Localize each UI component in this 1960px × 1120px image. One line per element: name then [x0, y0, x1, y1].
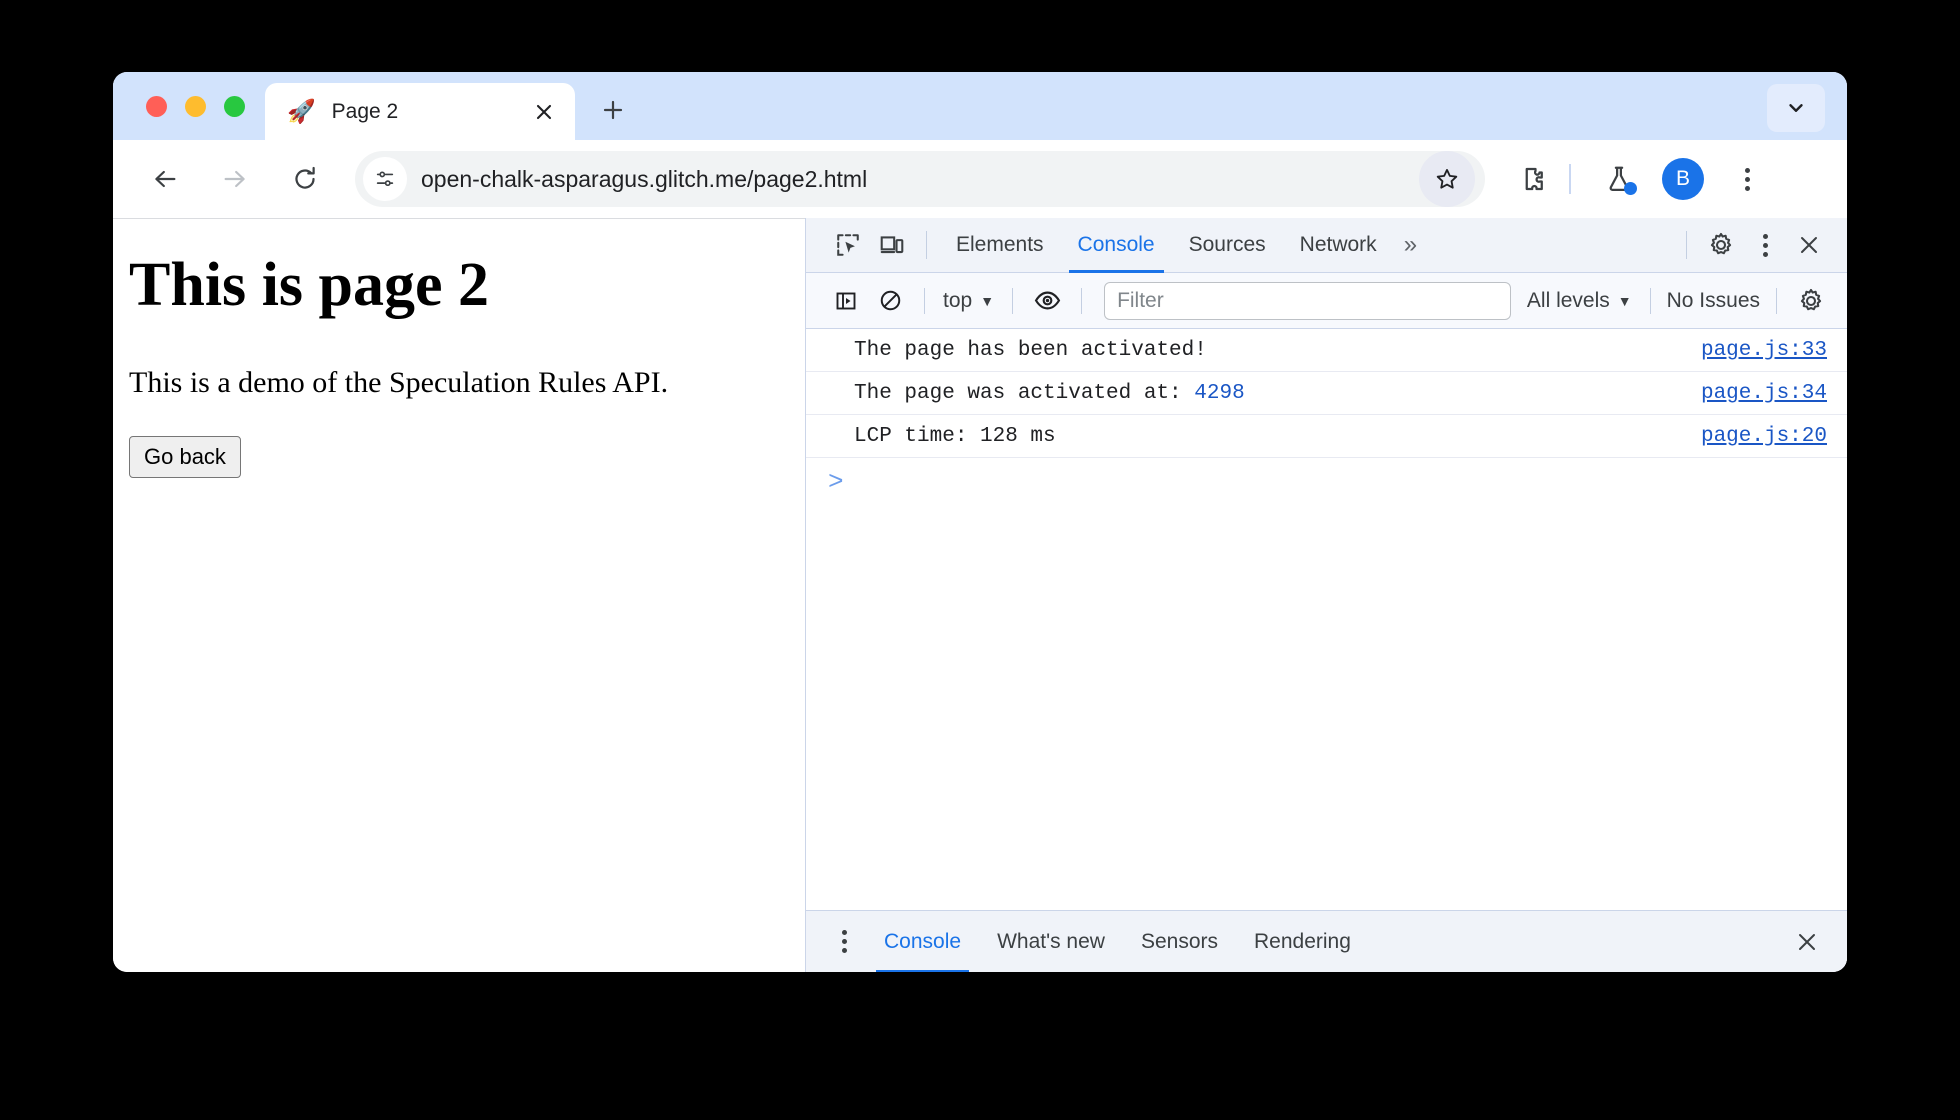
console-log-list[interactable]: The page has been activated! page.js:33 …	[806, 329, 1847, 910]
tab-strip: 🚀 Page 2	[113, 72, 1847, 140]
devtools-header-actions	[1674, 225, 1831, 265]
address-bar[interactable]: open-chalk-asparagus.glitch.me/page2.htm…	[355, 151, 1485, 207]
gear-icon[interactable]	[1699, 225, 1743, 265]
log-levels-label: All levels	[1526, 288, 1610, 312]
kebab-menu-icon[interactable]	[1721, 153, 1773, 205]
devtools-panel: Elements Console Sources Network » top ▼…	[805, 218, 1847, 972]
tab-network[interactable]: Network	[1283, 218, 1394, 273]
window-close-button[interactable]	[146, 95, 167, 117]
tab-console[interactable]: Console	[1061, 218, 1172, 273]
inspect-element-icon[interactable]	[826, 225, 870, 265]
log-levels-selector[interactable]: All levels ▼	[1521, 289, 1638, 313]
url-text: open-chalk-asparagus.glitch.me/page2.htm…	[421, 165, 868, 192]
kebab-dots	[1748, 228, 1782, 262]
browser-toolbar: open-chalk-asparagus.glitch.me/page2.htm…	[113, 140, 1847, 218]
tune-icon[interactable]	[363, 157, 407, 201]
browser-window: 🚀 Page 2 open-chalk-asparagus.glitch.me/…	[113, 72, 1847, 972]
log-source-link[interactable]: page.js:34	[1701, 382, 1827, 405]
log-source-link[interactable]: page.js:20	[1701, 425, 1827, 448]
kebab-menu-icon[interactable]	[1743, 225, 1787, 265]
avatar-letter: B	[1662, 158, 1704, 200]
star-icon[interactable]	[1419, 151, 1475, 207]
tab-sources[interactable]: Sources	[1172, 218, 1283, 273]
console-toolbar-divider	[924, 287, 925, 314]
issues-status[interactable]: No Issues	[1663, 289, 1764, 313]
browser-tab[interactable]: 🚀 Page 2	[265, 83, 575, 140]
console-toolbar-divider	[1649, 287, 1651, 314]
window-minimize-button[interactable]	[185, 95, 206, 117]
window-maximize-button[interactable]	[224, 95, 245, 117]
gear-icon[interactable]	[1789, 281, 1833, 321]
devtools-actions-divider	[1686, 231, 1687, 259]
go-back-button[interactable]: Go back	[129, 436, 241, 479]
drawer-tab-whats-new[interactable]: What's new	[979, 911, 1123, 973]
console-toolbar-divider	[1012, 287, 1014, 314]
traffic-lights	[113, 72, 265, 140]
back-button[interactable]	[139, 153, 191, 205]
close-icon[interactable]	[1787, 225, 1831, 265]
kebab-menu-icon[interactable]	[822, 922, 866, 962]
drawer-tab-rendering[interactable]: Rendering	[1236, 911, 1369, 973]
clear-console-icon[interactable]	[868, 281, 912, 321]
puzzle-piece-icon[interactable]	[1507, 153, 1559, 205]
rocket-icon: 🚀	[287, 98, 316, 124]
tab-elements[interactable]: Elements	[939, 218, 1061, 273]
console-toolbar-divider	[1081, 287, 1083, 314]
toolbar-divider	[1569, 164, 1571, 194]
log-message: The page was activated at: 4298	[854, 382, 1701, 405]
tab-title: Page 2	[331, 99, 399, 123]
chevron-down-icon: ▼	[1617, 292, 1632, 309]
more-tabs-icon[interactable]: »	[1394, 231, 1427, 259]
drawer-tab-console[interactable]: Console	[866, 911, 979, 972]
console-log-row[interactable]: The page was activated at: 4298 page.js:…	[806, 372, 1847, 415]
console-toolbar: top ▼ All levels ▼ N	[806, 273, 1847, 329]
log-message: LCP time: 128 ms	[854, 424, 1056, 448]
kebab-dots	[827, 925, 861, 959]
drawer-actions	[1785, 922, 1829, 962]
execution-context-label: top	[943, 288, 973, 312]
console-prompt[interactable]: >	[806, 458, 1847, 506]
tab-search-button[interactable]	[1767, 84, 1825, 132]
filter-input[interactable]	[1104, 281, 1511, 320]
log-message: The page has been activated!	[854, 338, 1207, 362]
page-viewport: This is page 2 This is a demo of the Spe…	[113, 218, 805, 972]
chevron-down-icon: ▼	[980, 292, 995, 309]
flask-icon[interactable]	[1593, 153, 1645, 205]
drawer-tab-sensors[interactable]: Sensors	[1123, 911, 1236, 973]
console-log-row[interactable]: The page has been activated! page.js:33	[806, 329, 1847, 372]
close-icon[interactable]	[1785, 922, 1829, 962]
log-value: 4298	[1194, 381, 1245, 405]
console-toolbar-divider	[1776, 287, 1777, 314]
prompt-chevron-icon: >	[828, 467, 844, 497]
reload-button[interactable]	[279, 153, 331, 205]
content-area: This is page 2 This is a demo of the Spe…	[113, 218, 1847, 972]
console-log-row[interactable]: LCP time: 128 ms page.js:20	[806, 415, 1847, 458]
new-tab-button[interactable]	[589, 86, 637, 134]
console-sidebar-icon[interactable]	[824, 281, 868, 321]
devtools-header: Elements Console Sources Network »	[806, 218, 1847, 273]
kebab-dots	[1730, 162, 1764, 196]
page-paragraph: This is a demo of the Speculation Rules …	[129, 366, 669, 400]
forward-button	[209, 153, 261, 205]
log-message-text: The page was activated at:	[854, 381, 1195, 405]
devtools-drawer: Console What's new Sensors Rendering	[806, 910, 1847, 972]
page-title: This is page 2	[129, 251, 490, 319]
execution-context-selector[interactable]: top ▼	[937, 289, 1000, 313]
log-source-link[interactable]: page.js:33	[1701, 339, 1827, 362]
device-toolbar-icon[interactable]	[870, 225, 914, 265]
live-expression-eye-icon[interactable]	[1025, 281, 1069, 321]
close-icon[interactable]	[527, 95, 561, 129]
avatar[interactable]: B	[1657, 153, 1709, 205]
devtools-header-divider	[926, 231, 927, 259]
notification-dot	[1624, 182, 1637, 195]
